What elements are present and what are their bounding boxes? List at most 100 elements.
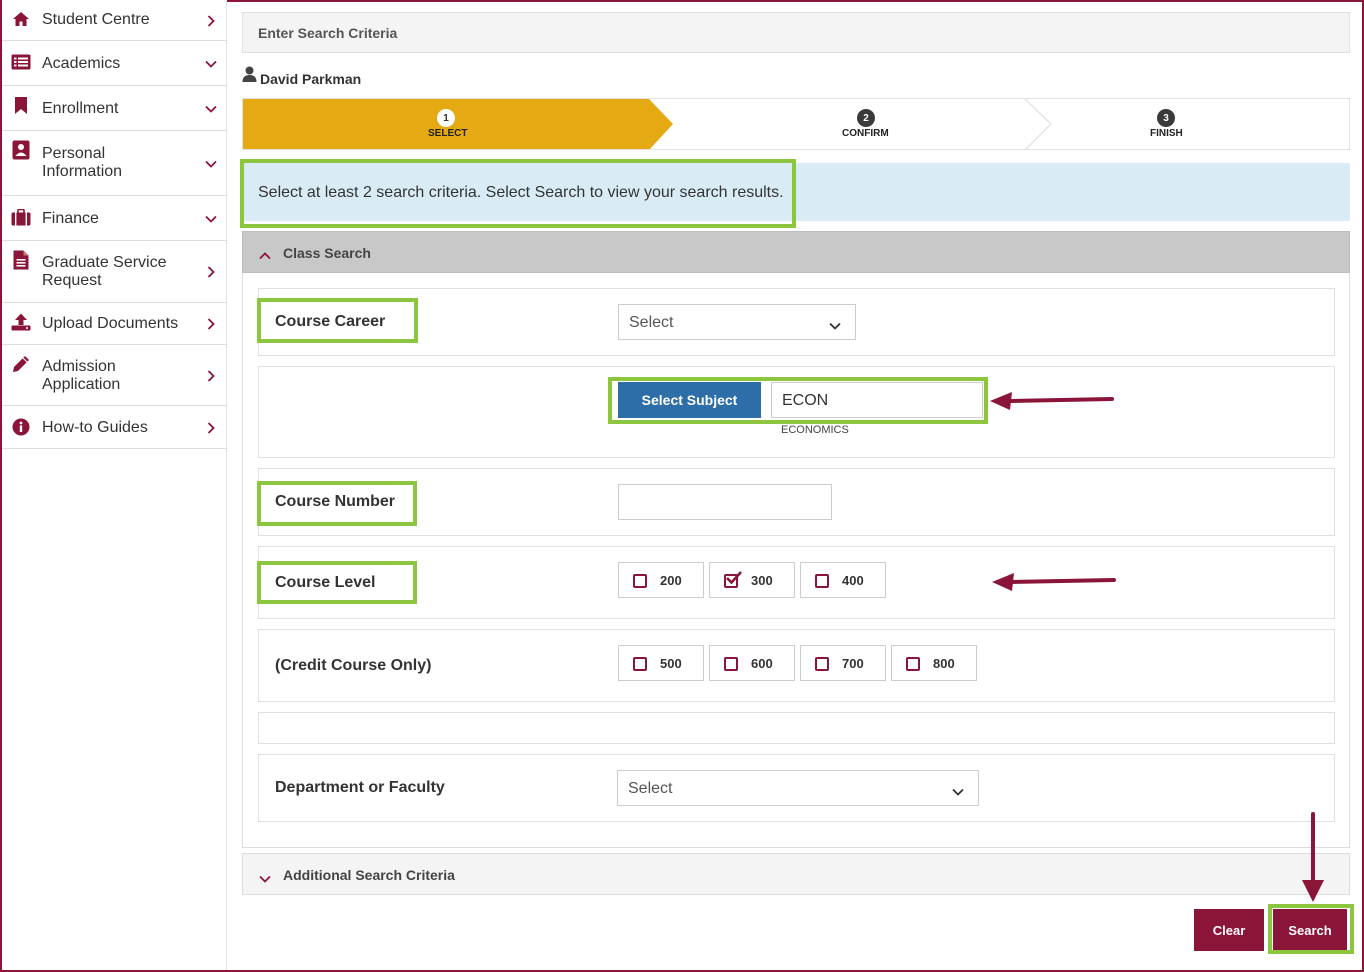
checkbox-box bbox=[633, 657, 647, 671]
document-icon bbox=[11, 250, 31, 270]
chevron-down-icon bbox=[952, 783, 964, 796]
page-header: Enter Search Criteria bbox=[242, 12, 1350, 53]
list-icon bbox=[11, 52, 31, 72]
search-button[interactable]: Search bbox=[1273, 909, 1347, 951]
checkbox-label: 200 bbox=[660, 573, 682, 588]
spacer-row bbox=[258, 712, 1335, 744]
checkbox-box bbox=[633, 574, 647, 588]
level-700-checkbox[interactable]: 700 bbox=[800, 645, 886, 681]
course-number-input[interactable] bbox=[618, 484, 832, 520]
level-600-checkbox[interactable]: 600 bbox=[709, 645, 795, 681]
checkbox-label: 700 bbox=[842, 656, 864, 671]
chevron-right-icon bbox=[205, 422, 217, 434]
sidebar-item-finance[interactable]: Finance bbox=[2, 196, 227, 241]
chevron-down-icon bbox=[205, 58, 217, 70]
checkbox-label: 400 bbox=[842, 573, 864, 588]
course-level-label: Course Level bbox=[275, 574, 376, 591]
section-title: Additional Search Criteria bbox=[283, 867, 455, 883]
briefcase-icon bbox=[11, 207, 31, 227]
checkbox-label: 300 bbox=[751, 573, 773, 588]
select-value: Select bbox=[628, 780, 673, 797]
step-select: 1 SELECT bbox=[243, 99, 649, 149]
chevron-down-icon bbox=[205, 213, 217, 225]
subject-description: ECONOMICS bbox=[781, 424, 849, 436]
sidebar-item-label: Graduate Service Request bbox=[42, 254, 167, 289]
step-label: CONFIRM bbox=[842, 128, 889, 139]
sidebar-item-upload-documents[interactable]: Upload Documents bbox=[2, 303, 227, 345]
bookmark-icon bbox=[11, 96, 31, 116]
user-icon bbox=[242, 66, 257, 87]
sidebar-item-label: Student Centre bbox=[42, 11, 150, 28]
class-search-header[interactable]: Class Search bbox=[242, 231, 1350, 273]
checkbox-box bbox=[815, 574, 829, 588]
checkbox-label: 800 bbox=[933, 656, 955, 671]
user-line: David Parkman bbox=[242, 66, 362, 87]
chevron-right-icon bbox=[205, 370, 217, 382]
step-number: 2 bbox=[857, 109, 875, 127]
checkbox-box bbox=[724, 657, 738, 671]
sidebar-item-graduate-service-request[interactable]: Graduate Service Request bbox=[2, 241, 227, 303]
checkbox-label: 500 bbox=[660, 656, 682, 671]
department-row: Department or Faculty Select bbox=[258, 754, 1335, 822]
sidebar-item-personal-information[interactable]: Personal Information bbox=[2, 131, 227, 196]
sidebar-item-label: Enrollment bbox=[42, 100, 119, 117]
level-400-checkbox[interactable]: 400 bbox=[800, 562, 886, 598]
step-number: 1 bbox=[437, 109, 455, 127]
main-content: Enter Search Criteria David Parkman 1 SE… bbox=[228, 0, 1362, 970]
info-text: Select at least 2 search criteria. Selec… bbox=[258, 184, 784, 201]
subject-value: ECON bbox=[782, 392, 829, 409]
subject-input[interactable]: ECON bbox=[771, 382, 983, 418]
sidebar-item-label: How-to Guides bbox=[42, 419, 148, 436]
checkmark-icon bbox=[725, 570, 743, 591]
step-number: 3 bbox=[1157, 109, 1175, 127]
chevron-right-icon bbox=[205, 15, 217, 27]
contact-card-icon bbox=[11, 140, 31, 160]
level-200-checkbox[interactable]: 200 bbox=[618, 562, 704, 598]
home-icon bbox=[11, 9, 31, 29]
sidebar-item-how-to-guides[interactable]: How-to Guides bbox=[2, 406, 227, 449]
checkbox-label: 600 bbox=[751, 656, 773, 671]
sidebar-item-label: Upload Documents bbox=[42, 315, 179, 332]
chevron-down-icon bbox=[829, 317, 841, 330]
level-500-checkbox[interactable]: 500 bbox=[618, 645, 704, 681]
info-message: Select at least 2 search criteria. Selec… bbox=[242, 163, 1350, 221]
course-career-row: Course Career Select bbox=[258, 288, 1335, 356]
credit-course-label: (Credit Course Only) bbox=[275, 657, 432, 674]
subject-row: Select Subject ECON ECONOMICS bbox=[258, 366, 1335, 458]
page-title: Enter Search Criteria bbox=[258, 25, 398, 41]
sidebar-item-academics[interactable]: Academics bbox=[2, 41, 227, 86]
step-label: SELECT bbox=[428, 128, 468, 139]
clear-button[interactable]: Clear bbox=[1194, 909, 1264, 951]
chevron-up-icon bbox=[259, 247, 271, 265]
checkbox-box bbox=[815, 657, 829, 671]
step-finish: 3 FINISH bbox=[1051, 99, 1349, 149]
info-icon bbox=[11, 417, 31, 437]
sidebar: Student Centre Academics Enrollment Pers… bbox=[2, 0, 227, 970]
progress-stepper: 1 SELECT 2 CONFIRM 3 FINISH bbox=[242, 98, 1350, 150]
chevron-down-icon bbox=[205, 158, 217, 170]
level-800-checkbox[interactable]: 800 bbox=[891, 645, 977, 681]
course-number-label: Course Number bbox=[275, 493, 396, 510]
level-300-checkbox[interactable]: 300 bbox=[709, 562, 795, 598]
sidebar-item-label: Personal Information bbox=[42, 145, 123, 180]
sidebar-item-label: Admission Application bbox=[42, 358, 121, 393]
course-career-select[interactable]: Select bbox=[618, 304, 856, 340]
department-select[interactable]: Select bbox=[617, 770, 979, 806]
course-career-label: Course Career bbox=[275, 313, 386, 330]
pencil-icon bbox=[11, 354, 31, 374]
upload-icon bbox=[11, 312, 31, 332]
select-value: Select bbox=[629, 314, 674, 331]
sidebar-item-student-centre[interactable]: Student Centre bbox=[2, 0, 227, 41]
credit-course-row: (Credit Course Only) 500 600 700 800 bbox=[258, 629, 1335, 702]
chevron-down-icon bbox=[205, 103, 217, 115]
chevron-down-icon bbox=[259, 870, 271, 888]
user-name: David Parkman bbox=[260, 71, 362, 87]
sidebar-item-admission-application[interactable]: Admission Application bbox=[2, 345, 227, 406]
step-confirm: 2 CONFIRM bbox=[673, 99, 1025, 149]
additional-search-header[interactable]: Additional Search Criteria bbox=[242, 853, 1350, 895]
checkbox-box bbox=[906, 657, 920, 671]
select-subject-button[interactable]: Select Subject bbox=[618, 382, 761, 418]
sidebar-item-enrollment[interactable]: Enrollment bbox=[2, 86, 227, 131]
chevron-right-icon bbox=[205, 318, 217, 330]
section-title: Class Search bbox=[283, 245, 371, 261]
